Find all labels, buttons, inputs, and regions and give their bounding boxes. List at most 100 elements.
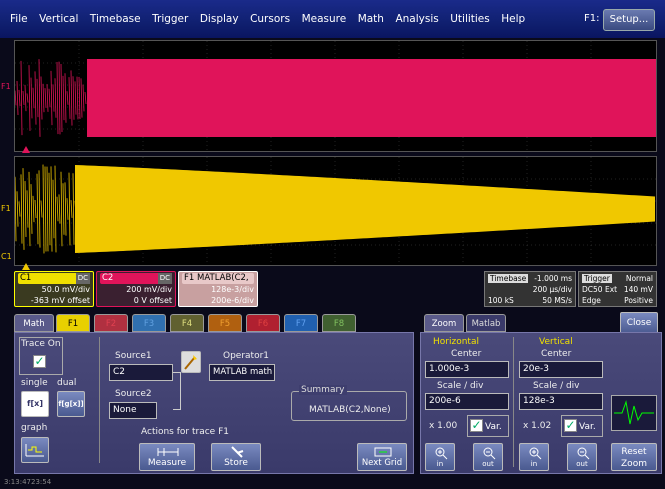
zoom-out-icon: [482, 446, 496, 460]
h-center-field[interactable]: 1.000e-3: [425, 361, 509, 378]
waveform-top-svg: [15, 41, 657, 152]
h-zoom-in-button[interactable]: in: [425, 443, 455, 471]
menu-analysis[interactable]: Analysis: [395, 13, 438, 25]
setup-button[interactable]: Setup...: [603, 9, 655, 31]
menu-vertical[interactable]: Vertical: [39, 13, 78, 25]
menu-measure[interactable]: Measure: [302, 13, 347, 25]
c2-vdiv: 200 mV/div: [100, 284, 172, 295]
menu-help[interactable]: Help: [501, 13, 525, 25]
trace-on-checkbox[interactable]: ✓: [33, 355, 46, 368]
h-zoom-out-button[interactable]: out: [473, 443, 503, 471]
check-icon: ✓: [33, 355, 46, 368]
source2-field[interactable]: None: [109, 402, 157, 419]
h-in-label: in: [437, 460, 443, 468]
tab-f4[interactable]: F4: [170, 314, 204, 332]
store-button[interactable]: Store: [211, 443, 261, 471]
timebase-rate: 50 MS/s: [542, 295, 572, 306]
dual-label: dual: [57, 378, 76, 388]
menu-math[interactable]: Math: [358, 13, 384, 25]
math-setup-panel: Trace On ✓ single dual f[x] f[g[x]] grap…: [14, 332, 414, 474]
next-grid-button[interactable]: Next Grid: [357, 443, 407, 471]
menu-cursors[interactable]: Cursors: [250, 13, 290, 25]
operator1-field[interactable]: MATLAB math: [209, 364, 275, 381]
v-var-toggle[interactable]: ✓ Var.: [561, 415, 603, 437]
next-grid-label: Next Grid: [362, 458, 402, 468]
graph-button[interactable]: [21, 437, 49, 463]
summary-value: MATLAB(C2,None): [309, 405, 391, 415]
operator1-label: Operator1: [223, 351, 269, 361]
source2-label: Source2: [115, 389, 152, 399]
c1-coupling-badge: DC: [76, 273, 90, 284]
menu-utilities[interactable]: Utilities: [450, 13, 490, 25]
v-zoom-out-button[interactable]: out: [567, 443, 597, 471]
divider: [99, 337, 100, 463]
actions-label: Actions for trace F1: [141, 427, 229, 437]
measure-label: Measure: [148, 458, 186, 468]
tab-f1[interactable]: F1: [56, 314, 90, 332]
v-scale-field[interactable]: 128e-3: [519, 393, 603, 410]
trigger-coupling: DC50: [582, 285, 603, 294]
v-var-label: Var.: [579, 422, 596, 432]
zoom-preview-icon: [612, 396, 656, 430]
tab-f5[interactable]: F5: [208, 314, 242, 332]
tab-f2[interactable]: F2: [94, 314, 128, 332]
connector-line: [173, 372, 181, 410]
trigger-level: 140 mV: [624, 284, 653, 295]
tab-f3[interactable]: F3: [132, 314, 166, 332]
h-var-toggle[interactable]: ✓ Var.: [467, 415, 509, 437]
tab-math[interactable]: Math: [14, 314, 54, 332]
tab-matlab[interactable]: Matlab: [466, 314, 506, 332]
v-zoom-in-button[interactable]: in: [519, 443, 549, 471]
h-out-label: out: [482, 460, 493, 468]
menu-display[interactable]: Display: [200, 13, 239, 25]
v-center-field[interactable]: 20e-3: [519, 361, 603, 378]
tab-f7[interactable]: F7: [284, 314, 318, 332]
waveform-grid-top[interactable]: [14, 40, 657, 152]
c1-name: C1: [20, 273, 31, 283]
tab-f6[interactable]: F6: [246, 314, 280, 332]
timebase-value: -1.000 ms: [534, 273, 572, 284]
zoom-preview: [611, 395, 657, 431]
active-function-label: F1:: [584, 13, 599, 24]
f1-trace-waveform: [15, 59, 657, 137]
h-factor: x 1.00: [429, 421, 457, 431]
close-button[interactable]: Close: [620, 312, 658, 334]
vertical-label: Vertical: [539, 337, 573, 347]
waveform-grid-bottom[interactable]: [14, 156, 657, 266]
dual-function-button[interactable]: f[g[x]]: [57, 391, 85, 417]
timebase-samples: 100 kS: [488, 296, 514, 305]
menu-trigger[interactable]: Trigger: [152, 13, 188, 25]
operator-wizard-button[interactable]: [181, 351, 201, 373]
c2-onset: [15, 165, 78, 254]
c1-offset: -363 mV offset: [18, 295, 90, 306]
measure-button[interactable]: Measure: [139, 443, 195, 471]
trigger-marker-icon: [22, 146, 30, 153]
graph-icon: [22, 438, 48, 462]
v-scale-label: Scale / div: [533, 381, 580, 391]
menu-timebase[interactable]: Timebase: [90, 13, 141, 25]
status-text: 3:13:4723:54: [4, 478, 51, 486]
tab-f8[interactable]: F8: [322, 314, 356, 332]
h-scale-field[interactable]: 200e-6: [425, 393, 509, 410]
f1-hdiv: 200e-6/div: [182, 295, 254, 306]
trigger-info[interactable]: Trigger Normal DC50 Ext 140 mV Edge Positiv…: [578, 271, 657, 307]
f1-bottom-marker: F1: [1, 204, 11, 213]
menu-file[interactable]: File: [10, 13, 28, 25]
single-label: single: [21, 378, 48, 388]
f1-descriptor[interactable]: F1 MATLAB(C2, 128e-3/div 200e-6/div: [178, 271, 258, 307]
source1-field[interactable]: C2: [109, 364, 173, 381]
zoom-panel: Horizontal Center 1.000e-3 Scale / div 2…: [420, 332, 662, 474]
store-icon: [229, 445, 245, 459]
timebase-label: Timebase: [488, 274, 528, 283]
source1-label: Source1: [115, 351, 152, 361]
c2-descriptor[interactable]: C2 DC 200 mV/div 0 V offset: [96, 271, 176, 307]
f1-name: F1: [184, 273, 194, 283]
f1-vdiv: 128e-3/div: [182, 284, 254, 295]
reset-zoom-button[interactable]: Reset Zoom: [611, 443, 657, 471]
v-zoom-in-icon: [528, 446, 542, 460]
tab-zoom[interactable]: Zoom: [424, 314, 464, 332]
horizontal-label: Horizontal: [433, 337, 479, 347]
c1-descriptor[interactable]: C1 DC 50.0 mV/div -363 mV offset: [14, 271, 94, 307]
timebase-info[interactable]: Timebase -1.000 ms 200 µs/div 100 kS 50 MS…: [484, 271, 576, 307]
single-function-button[interactable]: f[x]: [21, 391, 49, 417]
